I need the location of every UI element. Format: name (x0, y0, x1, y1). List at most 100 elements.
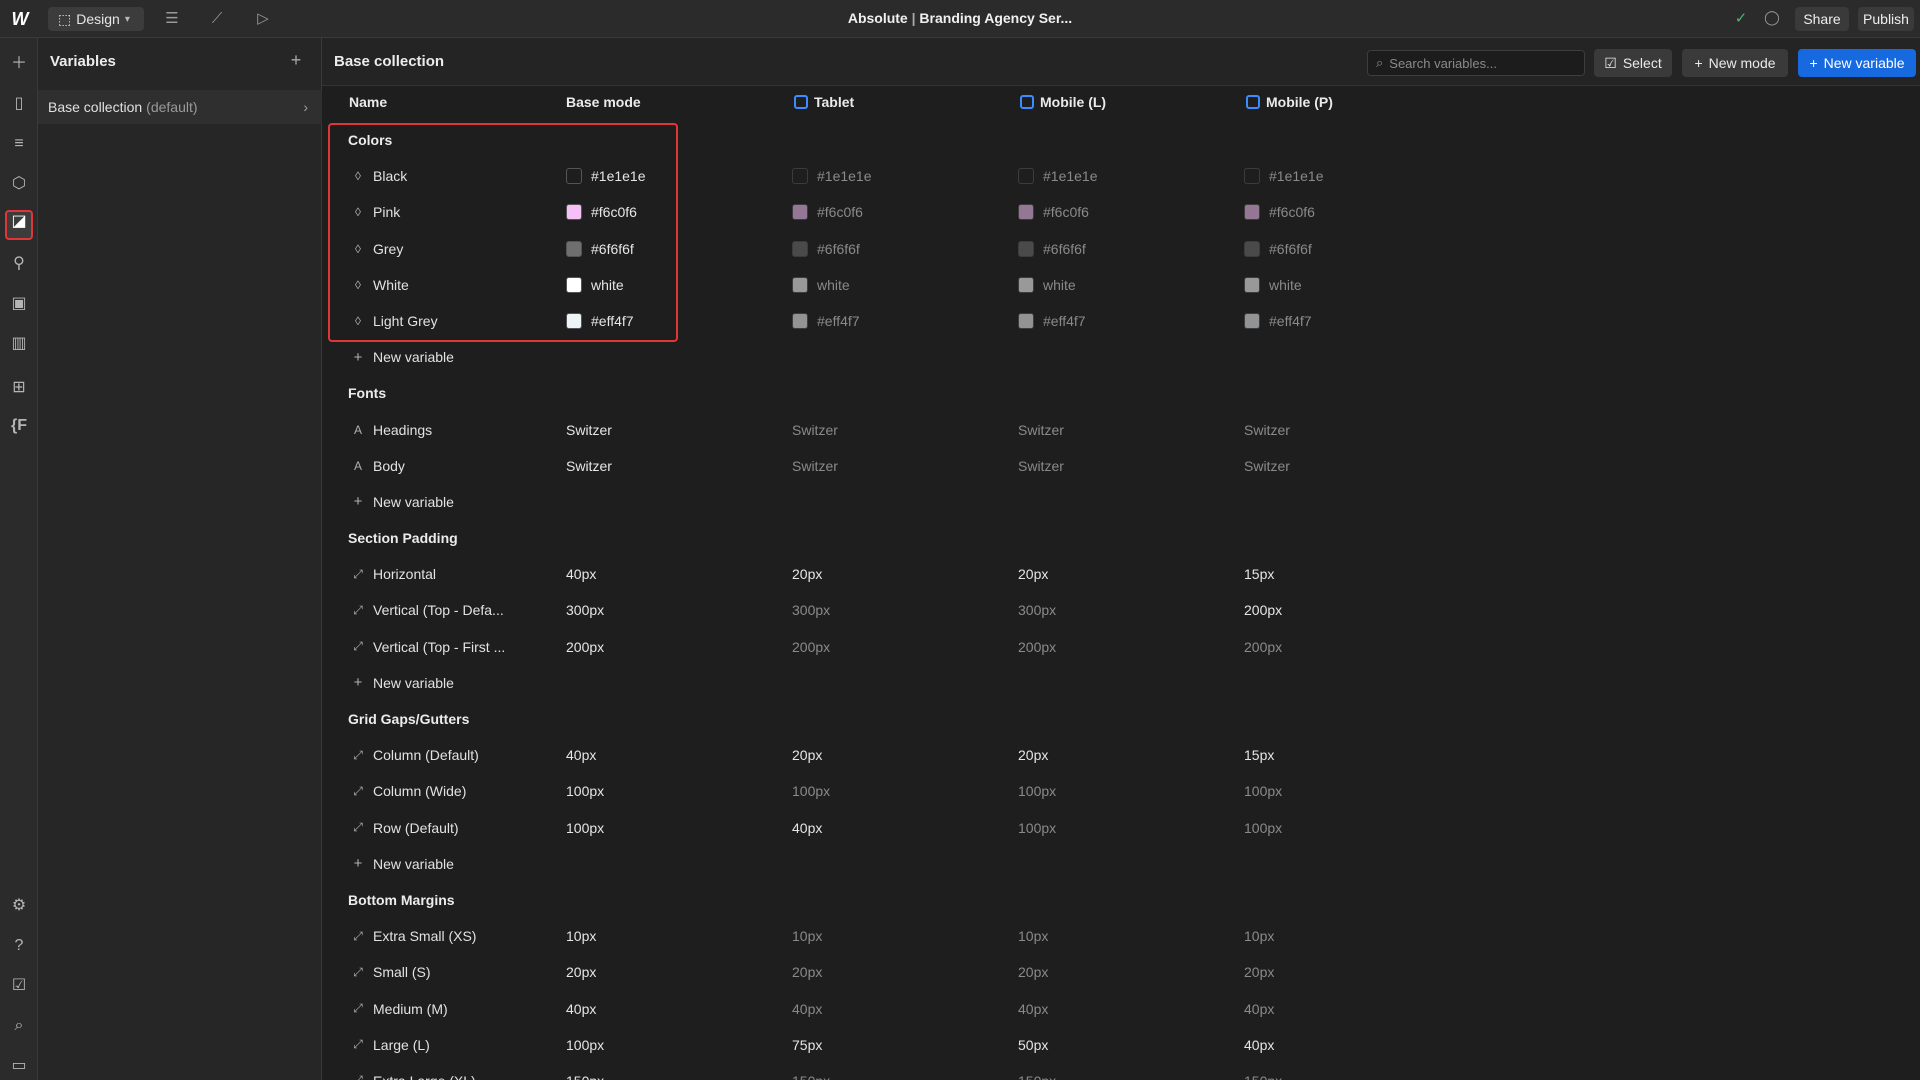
tablet-value-cell[interactable]: #eff4f7 (792, 303, 860, 339)
mobile-l-value-cell[interactable]: 150px (1018, 1063, 1056, 1080)
tablet-value-cell[interactable]: #6f6f6f (792, 231, 860, 267)
mobile-l-value-cell[interactable]: white (1018, 267, 1076, 303)
mobile-l-value-cell[interactable]: Switzer (1018, 448, 1064, 484)
base-mode-value-cell[interactable]: white (566, 267, 624, 303)
variable-name-cell[interactable]: ◊ Black (352, 158, 552, 194)
settings-icon[interactable]: ⚙ (7, 894, 31, 918)
assets-icon[interactable]: ▣ (7, 292, 31, 316)
mobile-l-value-cell[interactable]: #6f6f6f (1018, 231, 1086, 267)
new-variable-row[interactable]: + New variable (322, 339, 1920, 375)
variable-name-cell[interactable]: ◊ White (352, 267, 552, 303)
base-mode-value-cell[interactable]: 300px (566, 592, 604, 628)
apps-icon[interactable]: ⊞ (7, 376, 31, 400)
mobile-p-value-cell[interactable]: #6f6f6f (1244, 231, 1312, 267)
search-field[interactable]: ⌕ (1367, 50, 1585, 76)
publish-button[interactable]: Publish (1858, 7, 1914, 31)
base-mode-value-cell[interactable]: 40px (566, 556, 596, 592)
new-variable-cell[interactable]: + New variable (352, 665, 552, 701)
new-variable-row[interactable]: + New variable (322, 846, 1920, 882)
new-mode-button[interactable]: + New mode (1682, 49, 1788, 77)
mobile-p-value-cell[interactable]: 150px (1244, 1063, 1282, 1080)
help-icon[interactable]: ? (7, 934, 31, 958)
mobile-p-value-cell[interactable]: 40px (1244, 1027, 1274, 1063)
navigator-icon[interactable]: ≡ (7, 132, 31, 156)
variable-name-cell[interactable]: ⤢ Vertical (Top - Defa... (352, 592, 552, 628)
variable-row[interactable]: A Headings Switzer Switzer Switzer Switzer (322, 412, 1920, 448)
base-mode-value-cell[interactable]: Switzer (566, 412, 612, 448)
library-icon[interactable]: ▥ (7, 332, 31, 356)
mobile-l-value-cell[interactable]: 10px (1018, 918, 1048, 954)
tablet-value-cell[interactable]: 200px (792, 629, 830, 665)
tablet-value-cell[interactable]: #f6c0f6 (792, 194, 863, 230)
tablet-value-cell[interactable]: Switzer (792, 412, 838, 448)
cms-fields-icon[interactable]: {F (7, 414, 31, 438)
mobile-l-value-cell[interactable]: #eff4f7 (1018, 303, 1086, 339)
site-name[interactable]: Absolute (848, 10, 908, 26)
variable-name-cell[interactable]: A Headings (352, 412, 552, 448)
mobile-p-value-cell[interactable]: #1e1e1e (1244, 158, 1324, 194)
add-elements-icon[interactable]: ＋ (7, 52, 31, 76)
variable-row[interactable]: A Body Switzer Switzer Switzer Switzer (322, 448, 1920, 484)
new-variable-row[interactable]: + New variable (322, 484, 1920, 520)
variable-name-cell[interactable]: ◊ Pink (352, 194, 552, 230)
variable-name-cell[interactable]: ⤢ Extra Small (XS) (352, 918, 552, 954)
variable-row[interactable]: ⤢ Medium (M) 40px 40px 40px 40px (322, 991, 1920, 1027)
tablet-value-cell[interactable]: Switzer (792, 448, 838, 484)
tablet-value-cell[interactable]: 300px (792, 592, 830, 628)
variable-row[interactable]: ⤢ Column (Wide) 100px 100px 100px 100px (322, 773, 1920, 809)
comment-icon[interactable]: ◯ (1762, 9, 1782, 29)
variable-row[interactable]: ⤢ Extra Small (XS) 10px 10px 10px 10px (322, 918, 1920, 954)
base-mode-value-cell[interactable]: 10px (566, 918, 596, 954)
webflow-logo-icon[interactable]: W (8, 8, 32, 30)
base-mode-value-cell[interactable]: 200px (566, 629, 604, 665)
base-mode-value-cell[interactable]: 100px (566, 810, 604, 846)
search-input[interactable] (1389, 55, 1570, 71)
mobile-l-value-cell[interactable]: 100px (1018, 810, 1056, 846)
collection-item-base[interactable]: Base collection (default) › (38, 90, 322, 124)
variable-name-cell[interactable]: ⤢ Row (Default) (352, 810, 552, 846)
video-icon[interactable]: ▭ (7, 1054, 31, 1078)
preview-play-icon[interactable]: ▷ (253, 9, 273, 29)
base-mode-value-cell[interactable]: #1e1e1e (566, 158, 646, 194)
group-header-bottom-margins[interactable]: Bottom Margins (322, 882, 1920, 918)
mobile-l-value-cell[interactable]: 300px (1018, 592, 1056, 628)
variables-icon[interactable]: ◪ (5, 210, 33, 240)
mobile-p-value-cell[interactable]: 15px (1244, 737, 1274, 773)
mobile-p-value-cell[interactable]: 40px (1244, 991, 1274, 1027)
variable-name-cell[interactable]: ⤢ Extra Large (XL) (352, 1063, 552, 1080)
pages-icon[interactable]: ▯ (7, 92, 31, 116)
variable-row[interactable]: ⤢ Large (L) 100px 75px 50px 40px (322, 1027, 1920, 1063)
variable-name-cell[interactable]: ⤢ Column (Wide) (352, 773, 552, 809)
tablet-value-cell[interactable]: 40px (792, 810, 822, 846)
variable-row[interactable]: ◊ White white white white white (322, 267, 1920, 303)
mobile-p-value-cell[interactable]: Switzer (1244, 448, 1290, 484)
mobile-l-value-cell[interactable]: 200px (1018, 629, 1056, 665)
database-icon[interactable]: ☰ (162, 9, 182, 29)
variable-row[interactable]: ⤢ Small (S) 20px 20px 20px 20px (322, 954, 1920, 990)
variable-row[interactable]: ⤢ Vertical (Top - Defa... 300px 300px 300px 2… (322, 592, 1920, 628)
variable-name-cell[interactable]: A Body (352, 448, 552, 484)
mobile-p-value-cell[interactable]: 10px (1244, 918, 1274, 954)
variable-row[interactable]: ◊ Grey #6f6f6f #6f6f6f #6f6f6f #6f6f6f (322, 231, 1920, 267)
base-mode-value-cell[interactable]: 40px (566, 991, 596, 1027)
variable-name-cell[interactable]: ⤢ Small (S) (352, 954, 552, 990)
mobile-p-value-cell[interactable]: #eff4f7 (1244, 303, 1312, 339)
mobile-l-value-cell[interactable]: 100px (1018, 773, 1056, 809)
variable-row[interactable]: ⤢ Row (Default) 100px 40px 100px 100px (322, 810, 1920, 846)
variable-row[interactable]: ⤢ Horizontal 40px 20px 20px 15px (322, 556, 1920, 592)
group-header-section-padding[interactable]: Section Padding (322, 520, 1920, 556)
group-header-colors[interactable]: Colors (322, 122, 1920, 158)
variable-row[interactable]: ⤢ Vertical (Top - First ... 200px 200px 200p… (322, 629, 1920, 665)
variable-row[interactable]: ◊ Pink #f6c0f6 #f6c0f6 #f6c0f6 #f6c0f6 (322, 194, 1920, 230)
tablet-value-cell[interactable]: 10px (792, 918, 822, 954)
mobile-p-value-cell[interactable]: 100px (1244, 810, 1282, 846)
tablet-value-cell[interactable]: #1e1e1e (792, 158, 872, 194)
mobile-p-value-cell[interactable]: 100px (1244, 773, 1282, 809)
variable-name-cell[interactable]: ⤢ Medium (M) (352, 991, 552, 1027)
mobile-l-value-cell[interactable]: 50px (1018, 1027, 1048, 1063)
tablet-value-cell[interactable]: 100px (792, 773, 830, 809)
column-header-mobile-p[interactable]: Mobile (P) (1246, 94, 1333, 110)
group-header-fonts[interactable]: Fonts (322, 375, 1920, 411)
column-header-mobile-l[interactable]: Mobile (L) (1020, 94, 1106, 110)
base-mode-value-cell[interactable]: 150px (566, 1063, 604, 1080)
